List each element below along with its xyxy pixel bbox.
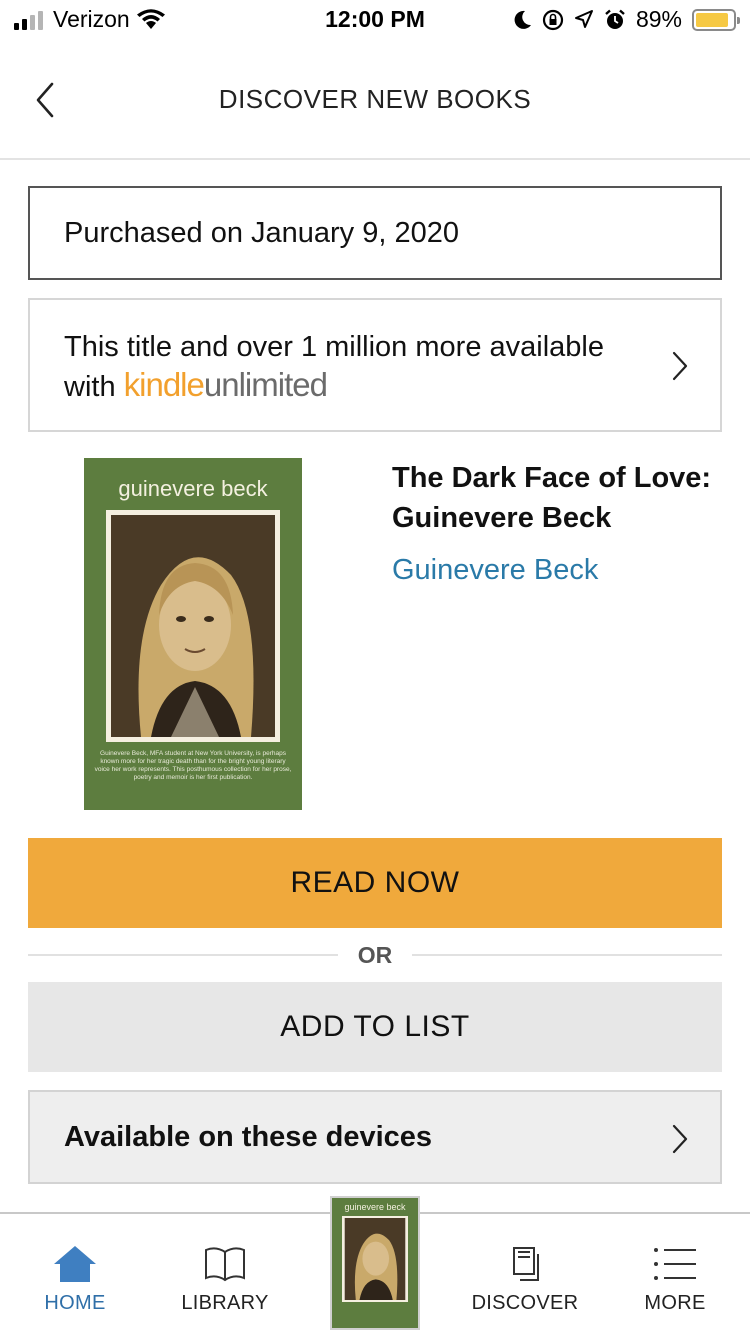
tab-home[interactable]: HOME [0,1214,150,1334]
ku-with: with [64,371,116,403]
moon-icon [514,10,531,29]
tab-discover[interactable]: DISCOVER [450,1214,600,1334]
book-author-link[interactable]: Guinevere Beck [392,554,598,587]
chevron-right-icon [672,1124,688,1154]
page-title: DISCOVER NEW BOOKS [218,84,532,114]
status-bar: Verizon 12:00 PM 89% [0,0,750,40]
discover-icon [513,1247,539,1281]
or-divider: OR [28,940,722,970]
tab-label: MORE [644,1292,706,1314]
battery-icon [692,8,740,31]
kindle-unlimited-banner[interactable]: This title and over 1 million more avail… [28,298,722,432]
thumbnail-photo [342,1216,408,1302]
cover-photo [106,510,280,742]
available-devices-row[interactable]: Available on these devices [28,1090,722,1184]
devices-label: Available on these devices [64,1120,433,1153]
thumbnail-author: guinevere beck [344,1202,406,1212]
kindle-unlimited-logo: kindleunlimited [123,366,328,403]
book-title: The Dark Face of Love: Guinevere Beck [392,462,712,534]
rotation-lock-icon [542,9,564,30]
tab-bar: HOME LIBRARY guinevere beck DISCOVER MOR… [0,1196,750,1334]
battery-percent: 89% [635,6,682,32]
portrait-image [344,1218,406,1300]
read-now-button[interactable]: READ NOW [28,838,722,928]
book-icon [205,1247,245,1282]
divider-line [412,954,722,956]
tab-library[interactable]: LIBRARY [150,1214,300,1334]
portrait-image [111,515,275,737]
book-cover[interactable]: guinevere beck Guinevere Beck, MFA stude… [84,458,302,810]
ku-line-1: This title and over 1 million more avail… [64,331,604,363]
current-book-thumbnail[interactable]: guinevere beck [330,1196,420,1330]
tab-label: DISCOVER [471,1292,579,1314]
menu-icon [654,1248,696,1280]
purchase-info: Purchased on January 9, 2020 [28,186,722,280]
tab-more[interactable]: MORE [600,1214,750,1334]
chevron-right-icon [672,351,688,381]
ku-logo-unlimited: unlimited [203,366,328,403]
home-icon [54,1246,96,1282]
purchase-date-text: Purchased on January 9, 2020 [64,216,459,249]
tab-label: HOME [44,1292,106,1314]
cover-blurb: Guinevere Beck, MFA student at New York … [94,750,292,781]
ku-line-2: with kindleunlimited [64,366,686,406]
cover-author-text: guinevere beck [118,476,268,501]
status-right: 89% [512,6,740,33]
alarm-icon [605,9,625,29]
tab-label: LIBRARY [181,1292,269,1314]
ku-logo-kindle: kindle [123,366,205,403]
add-to-list-button[interactable]: ADD TO LIST [28,982,722,1072]
nav-bar: DISCOVER NEW BOOKS [0,40,750,160]
location-icon [574,9,593,28]
